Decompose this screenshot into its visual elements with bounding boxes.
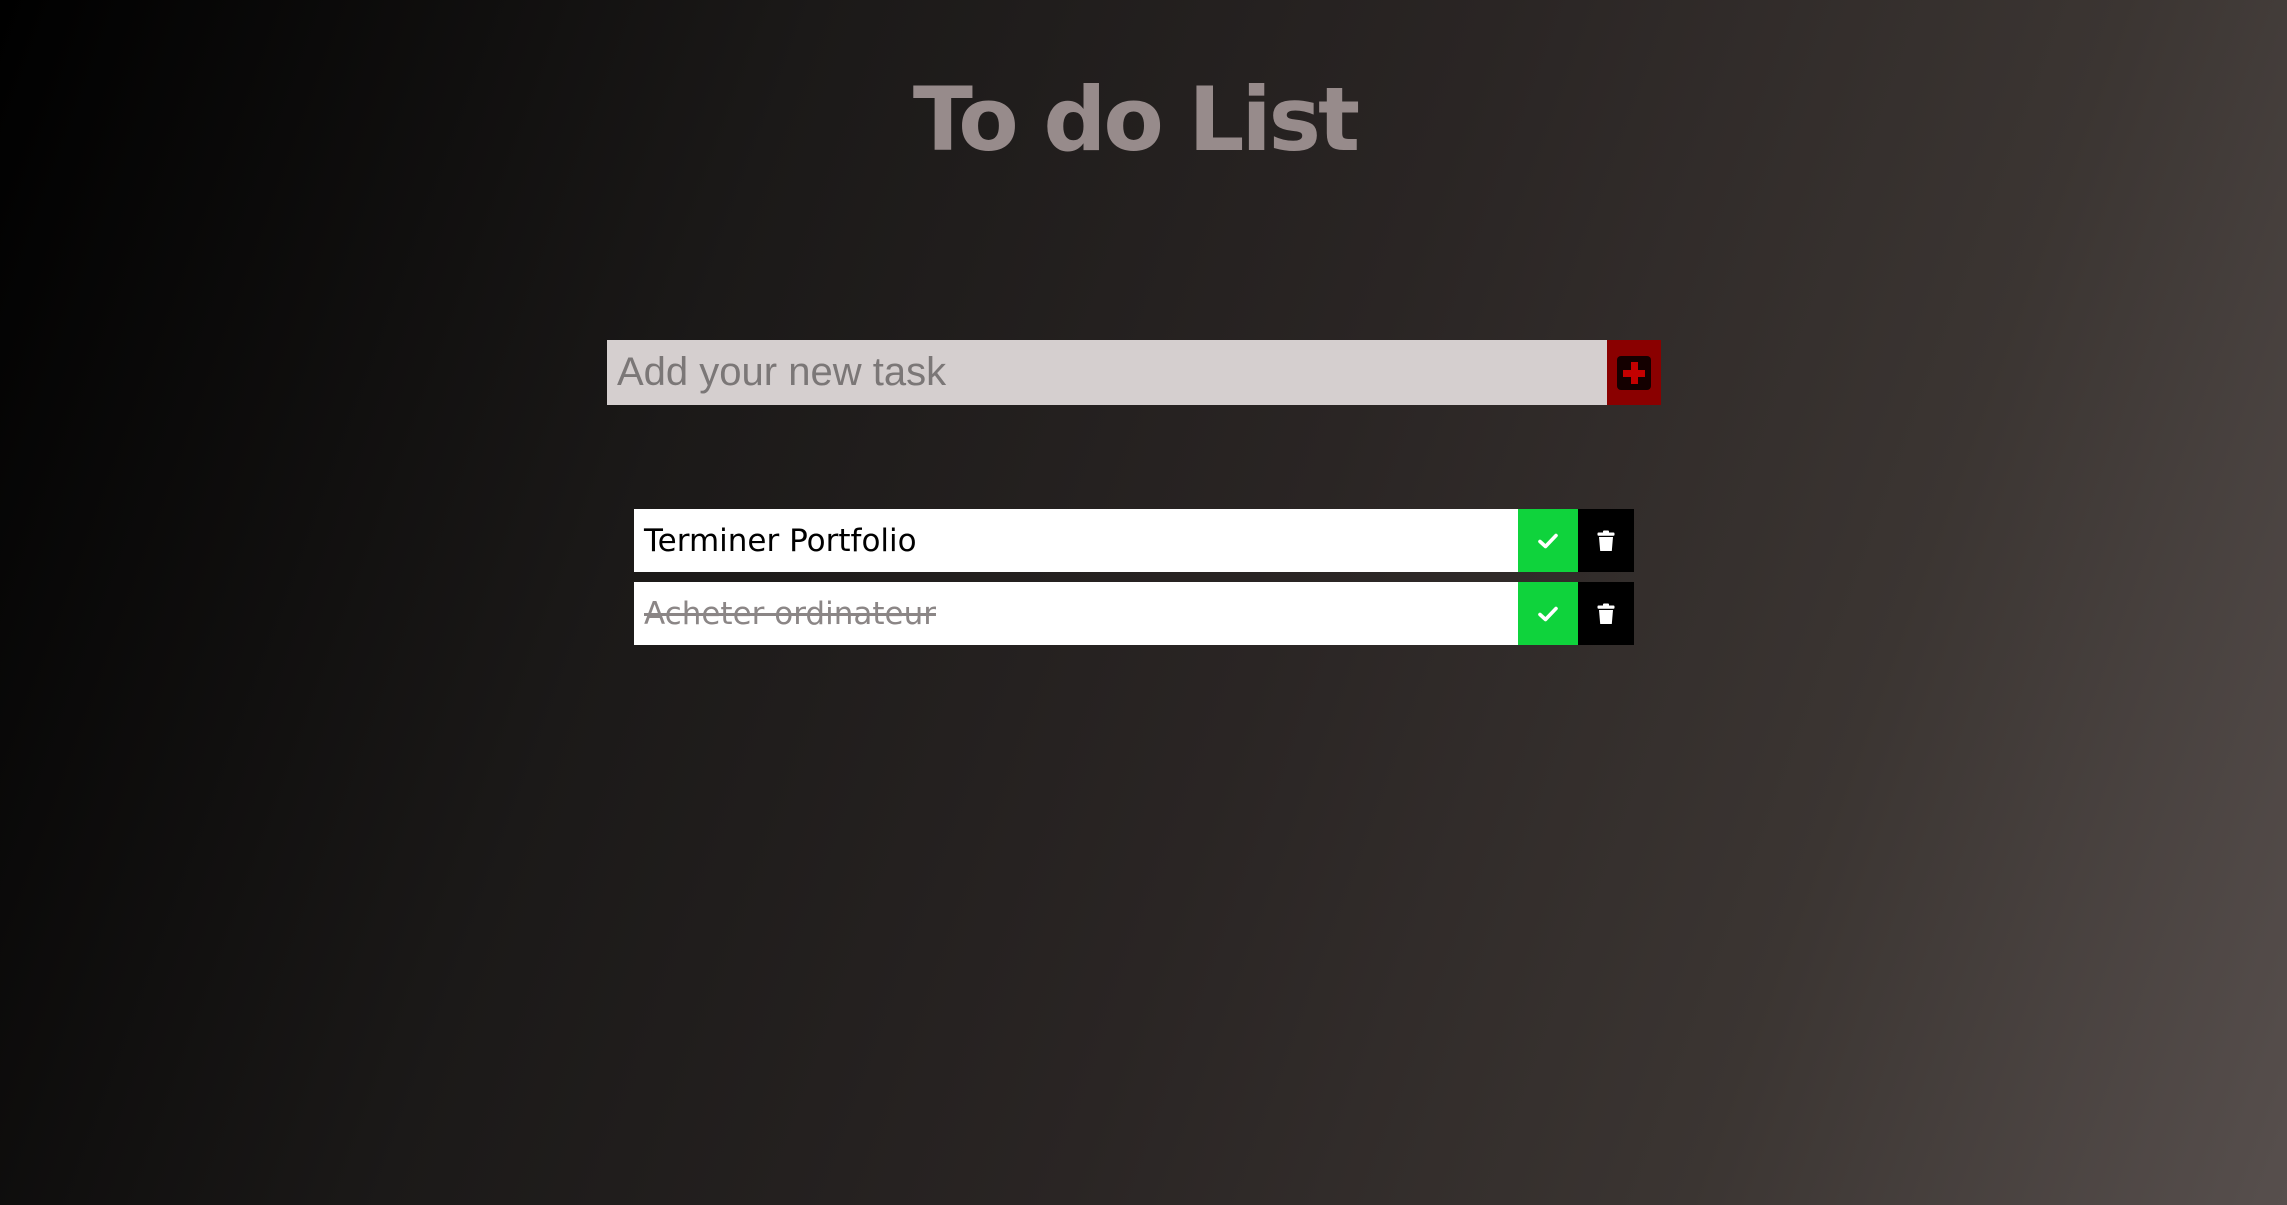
trash-icon (1597, 530, 1615, 551)
check-icon (1538, 606, 1558, 621)
add-task-form (607, 340, 1661, 405)
add-task-button[interactable] (1607, 340, 1661, 405)
task-text: Acheter ordinateur (634, 582, 1518, 645)
page-title: To do List (912, 68, 1360, 171)
check-icon (1538, 533, 1558, 548)
new-task-input[interactable] (607, 340, 1607, 405)
task-item: Acheter ordinateur (634, 582, 1634, 645)
task-text: Terminer Portfolio (634, 509, 1518, 572)
task-item: Terminer Portfolio (634, 509, 1634, 572)
complete-task-button[interactable] (1518, 509, 1578, 572)
trash-icon (1597, 603, 1615, 624)
delete-task-button[interactable] (1578, 509, 1634, 572)
delete-task-button[interactable] (1578, 582, 1634, 645)
task-list: Terminer Portfolio Acheter ordinateur (634, 509, 1634, 655)
complete-task-button[interactable] (1518, 582, 1578, 645)
plus-square-icon (1617, 355, 1651, 390)
